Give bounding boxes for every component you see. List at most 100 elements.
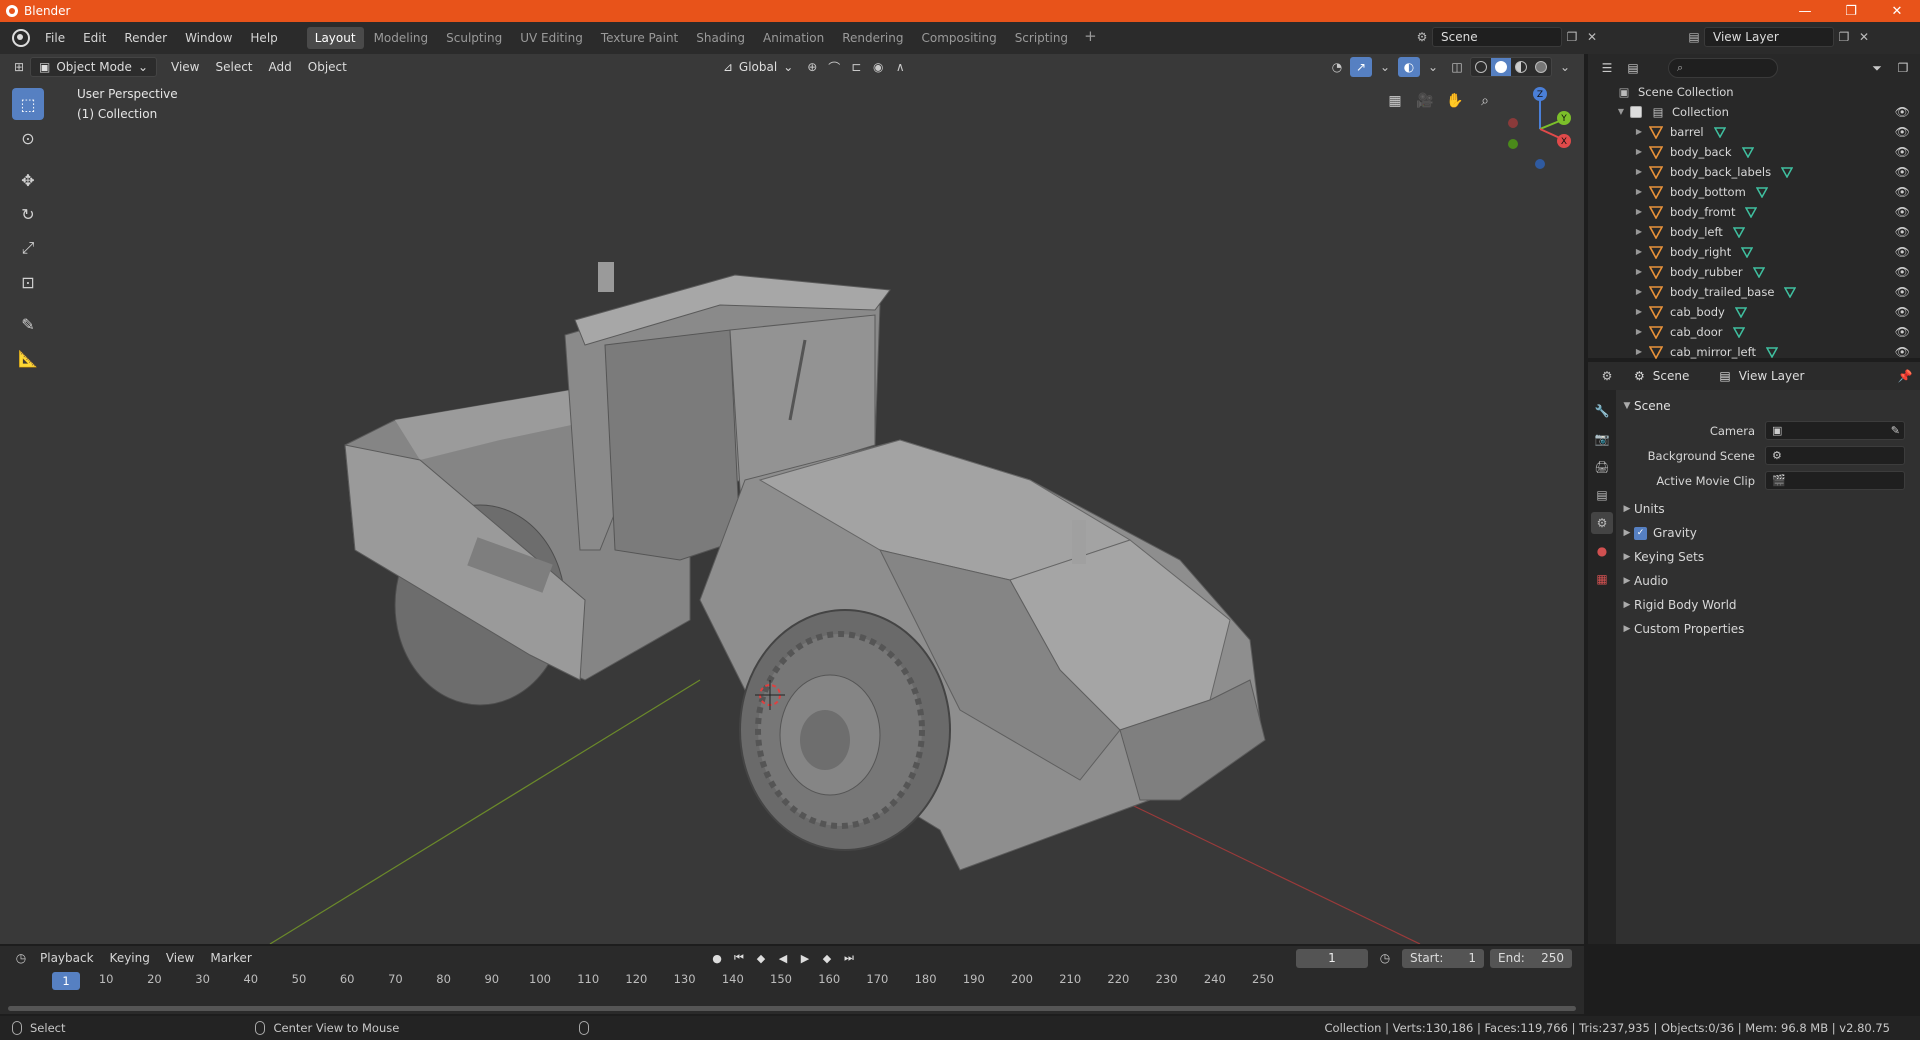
viewport-menu-view[interactable]: View <box>163 57 207 77</box>
chevron-down-icon[interactable]: ⌄ <box>1374 57 1396 77</box>
eye-icon[interactable]: 👁 <box>1895 322 1910 342</box>
expand-arrow-icon[interactable]: ▶ <box>1634 242 1644 262</box>
mesh-data-icon[interactable] <box>1752 266 1765 278</box>
custom-properties-panel[interactable]: ▶ Custom Properties <box>1620 617 1916 641</box>
tab-scripting[interactable]: Scripting <box>1007 27 1076 49</box>
eye-icon[interactable]: 👁 <box>1895 222 1910 242</box>
object-mode-dropdown[interactable]: ▣ Object Mode ⌄ <box>30 57 157 77</box>
view-layer-properties-icon[interactable]: ▤ <box>1591 484 1613 506</box>
mesh-data-icon[interactable] <box>1784 286 1797 298</box>
mesh-data-icon[interactable] <box>1755 186 1768 198</box>
falloff-icon[interactable]: ∧ <box>889 57 911 77</box>
viewport-menu-object[interactable]: Object <box>300 57 355 77</box>
viewport-menu-add[interactable]: Add <box>261 57 300 77</box>
visibility-filter-icon[interactable]: ◔ <box>1326 57 1348 77</box>
expand-arrow-icon[interactable]: ▶ <box>1634 142 1644 162</box>
expand-arrow-icon[interactable]: ▶ <box>1634 302 1644 322</box>
camera-field[interactable]: ▣ ✎ <box>1765 421 1905 440</box>
material-shading-button[interactable] <box>1511 58 1531 76</box>
eye-icon[interactable]: 👁 <box>1895 202 1910 222</box>
start-frame-field[interactable]: Start: 1 <box>1402 949 1484 968</box>
units-panel[interactable]: ▶ Units <box>1620 497 1916 521</box>
collection-row[interactable]: ▼ ▤ Collection 👁 <box>1588 102 1920 122</box>
audio-panel[interactable]: ▶ Audio <box>1620 569 1916 593</box>
eyedropper-icon[interactable]: ✎ <box>1891 424 1900 437</box>
scene-icon[interactable]: ⚙ <box>1412 27 1432 47</box>
active-movie-clip-field[interactable]: 🎬 <box>1765 471 1905 490</box>
tab-modeling[interactable]: Modeling <box>366 27 437 49</box>
mesh-data-icon[interactable] <box>1732 326 1745 338</box>
expand-arrow-icon[interactable]: ▶ <box>1634 262 1644 282</box>
eye-icon[interactable]: 👁 <box>1895 302 1910 322</box>
navigation-gizmo[interactable]: Z Y X <box>1500 84 1580 174</box>
outliner-item[interactable]: ▶ body_fromt 👁 <box>1588 202 1920 222</box>
3d-viewport[interactable]: ⊞ ▣ Object Mode ⌄ View Select Add Object… <box>0 54 1584 944</box>
timeline-menu-playback[interactable]: Playback <box>32 951 102 965</box>
outliner-item[interactable]: ▶ body_bottom 👁 <box>1588 182 1920 202</box>
view-layer-icon[interactable]: ▤ <box>1684 27 1704 47</box>
eye-icon[interactable]: 👁 <box>1895 242 1910 262</box>
3d-scene-canvas[interactable] <box>0 80 1584 944</box>
world-properties-icon[interactable]: ● <box>1591 540 1613 562</box>
neg-z-axis-handle[interactable] <box>1535 159 1545 169</box>
tab-shading[interactable]: Shading <box>688 27 753 49</box>
properties-editor-icon[interactable]: ⚙ <box>1596 366 1618 386</box>
menu-edit[interactable]: Edit <box>74 26 115 50</box>
snap-icon[interactable]: ⌒ <box>823 57 845 77</box>
eye-icon[interactable]: 👁 <box>1895 182 1910 202</box>
scene-name-field[interactable]: Scene <box>1432 27 1562 47</box>
mesh-data-icon[interactable] <box>1741 246 1754 258</box>
mesh-data-icon[interactable] <box>1741 146 1754 158</box>
clock-icon[interactable]: ◷ <box>1374 948 1396 968</box>
play-icon[interactable]: ▶ <box>796 948 814 968</box>
timeline-menu-marker[interactable]: Marker <box>202 951 259 965</box>
playhead-frame-indicator[interactable]: 1 <box>52 972 80 990</box>
zoom-icon[interactable]: ⌕ <box>1472 88 1498 114</box>
pan-hand-icon[interactable]: ✋ <box>1442 88 1468 114</box>
collection-checkbox[interactable] <box>1630 106 1642 118</box>
new-collection-icon[interactable]: ❐ <box>1892 58 1914 78</box>
rendered-shading-button[interactable] <box>1531 58 1551 76</box>
outliner-item[interactable]: ▶ cab_door 👁 <box>1588 322 1920 342</box>
neg-x-axis-handle[interactable] <box>1508 118 1518 128</box>
mesh-data-icon[interactable] <box>1765 346 1778 358</box>
mesh-data-icon[interactable] <box>1732 226 1745 238</box>
timeline-scrollbar[interactable] <box>8 1006 1576 1011</box>
chevron-down-icon[interactable]: ⌄ <box>1554 57 1576 77</box>
pin-icon[interactable]: 📌 <box>1894 366 1916 386</box>
proportional-edit-icon[interactable]: ◉ <box>867 57 889 77</box>
timeline-editor-icon[interactable]: ◷ <box>10 948 32 968</box>
new-view-layer-icon[interactable]: ❐ <box>1834 27 1854 47</box>
transform-orientation-dropdown[interactable]: ⊿ Global ⌄ <box>715 57 801 77</box>
expand-arrow-icon[interactable]: ▶ <box>1634 122 1644 142</box>
outliner-item[interactable]: ▶ body_right 👁 <box>1588 242 1920 262</box>
rigid-body-world-panel[interactable]: ▶ Rigid Body World <box>1620 593 1916 617</box>
collapse-arrow-icon[interactable]: ▼ <box>1616 102 1626 122</box>
delete-view-layer-icon[interactable]: ✕ <box>1854 27 1874 47</box>
scene-properties-icon[interactable]: ⚙ <box>1591 512 1613 534</box>
menu-render[interactable]: Render <box>115 26 176 50</box>
viewport-menu-select[interactable]: Select <box>207 57 260 77</box>
render-properties-icon[interactable]: 📷 <box>1591 428 1613 450</box>
expand-arrow-icon[interactable]: ▶ <box>1634 342 1644 362</box>
close-button[interactable]: ✕ <box>1874 0 1920 22</box>
record-icon[interactable]: ● <box>708 948 726 968</box>
view-layer-field[interactable]: View Layer <box>1704 27 1834 47</box>
tab-uv-editing[interactable]: UV Editing <box>512 27 591 49</box>
gizmo-toggle-icon[interactable]: ↗ <box>1350 57 1372 77</box>
jump-keyframe-forward-icon[interactable]: ◆ <box>818 948 836 968</box>
outliner-item[interactable]: ▶ barrel 👁 <box>1588 122 1920 142</box>
cursor-tool-icon[interactable]: ⊙ <box>12 122 44 154</box>
tab-compositing[interactable]: Compositing <box>913 27 1004 49</box>
jump-start-icon[interactable]: ⏮ <box>730 948 748 968</box>
measure-tool-icon[interactable]: 📐 <box>12 342 44 374</box>
outliner-item[interactable]: ▶ body_trailed_base 👁 <box>1588 282 1920 302</box>
maximize-button[interactable]: ❐ <box>1828 0 1874 22</box>
road-roller-model[interactable] <box>344 262 1266 871</box>
mesh-data-icon[interactable] <box>1781 166 1794 178</box>
mesh-data-icon[interactable] <box>1734 306 1747 318</box>
texture-properties-icon[interactable]: ▦ <box>1591 568 1613 590</box>
end-frame-field[interactable]: End: 250 <box>1490 949 1572 968</box>
solid-shading-button[interactable] <box>1491 58 1511 76</box>
timeline-menu-keying[interactable]: Keying <box>102 951 158 965</box>
